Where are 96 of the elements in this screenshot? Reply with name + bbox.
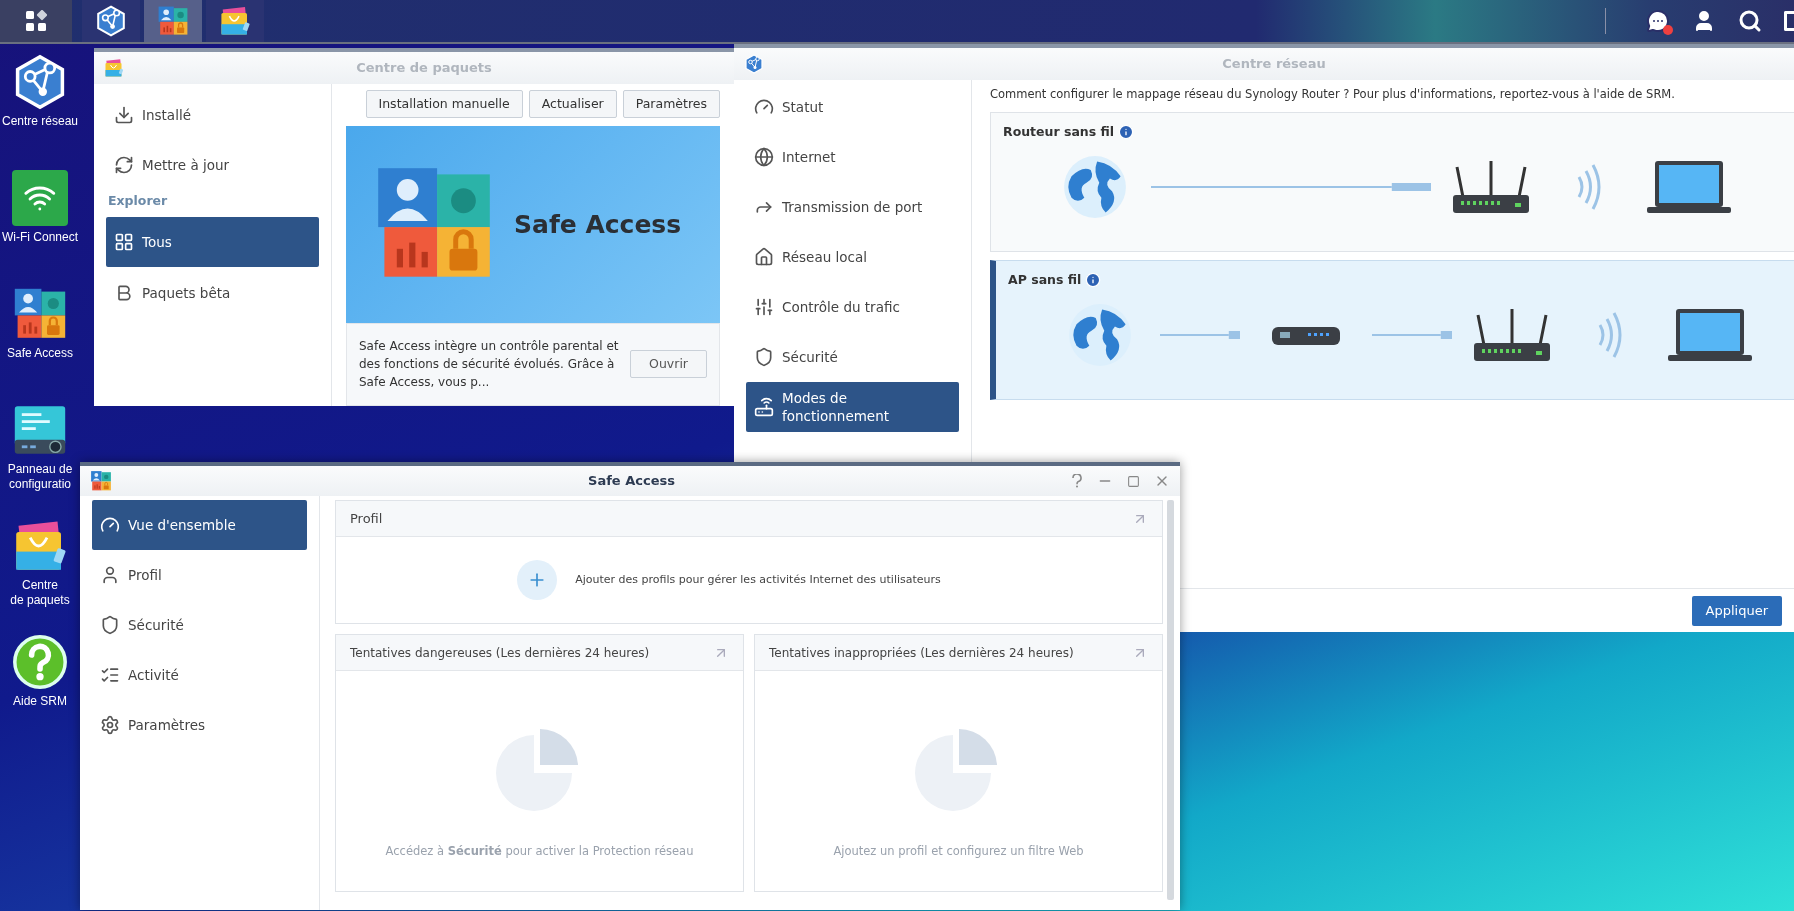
sidebar-item[interactable]: Statut <box>746 82 959 132</box>
download-icon <box>114 105 134 125</box>
card-title: Tentatives dangereuses (Les dernières 24 heures) <box>350 644 650 662</box>
package-description: Safe Access intègre un contrôle parental et des fonctions de sécurité évolués. Grâce à Safe Access, vous p... <box>359 338 620 392</box>
desktop-shortcut[interactable]: Centre de paquets <box>0 516 80 632</box>
sidebar-item[interactable]: Paramètres <box>92 700 307 750</box>
router-icon <box>754 397 774 417</box>
shortcut-label: Centre réseau <box>1 114 78 129</box>
add-profile-button[interactable] <box>517 560 558 600</box>
desktop-shortcut[interactable]: Aide SRM <box>0 632 80 748</box>
globe-icon <box>754 147 774 167</box>
router-icon <box>1451 158 1531 215</box>
taskbar-app-button[interactable] <box>82 0 140 42</box>
question-mark-icon <box>12 634 68 690</box>
safe-access-tiles-icon <box>90 470 112 492</box>
section-heading: Explorer <box>107 192 169 210</box>
info-icon[interactable] <box>1085 272 1102 289</box>
globe-icon <box>1068 302 1132 367</box>
empty-message: Accédez à Sécurité pour activer la Protection réseau <box>385 843 694 861</box>
desktop-shortcut[interactable]: Centre réseau <box>0 52 80 168</box>
wifi-app-icon <box>12 170 68 226</box>
shortcut-label: Safe Access <box>6 346 73 361</box>
shortcut-label: de paquets <box>10 593 70 608</box>
house-icon <box>754 247 774 267</box>
list-icon <box>100 665 120 685</box>
window-title: Centre réseau <box>1221 55 1327 74</box>
notification-icon[interactable] <box>1646 9 1670 33</box>
search-icon[interactable] <box>1738 9 1762 33</box>
sidebar-item[interactable]: Sécurité <box>746 332 959 382</box>
toolbar-button[interactable]: Actualiser <box>528 90 617 118</box>
desktop-shortcut[interactable]: Wi-Fi Connect <box>0 168 80 284</box>
sliders-icon <box>754 297 774 317</box>
shield-icon <box>100 615 120 635</box>
sidebar-item[interactable]: Activité <box>92 650 307 700</box>
shield-icon <box>754 347 774 367</box>
desktop-shortcut[interactable]: Panneau de configuratio <box>0 400 80 516</box>
sidebar-item[interactable]: Transmission de port <box>746 182 959 232</box>
main-menu-button[interactable] <box>0 0 72 42</box>
laptop-icon <box>1647 158 1731 215</box>
shopping-bag-icon <box>219 5 251 37</box>
toolbar-button[interactable]: Installation manuelle <box>365 90 523 118</box>
widget-icon[interactable] <box>1784 11 1794 31</box>
globe-icon <box>1063 154 1127 219</box>
mode-title: Routeur sans fil <box>1003 123 1115 141</box>
network-hexagon-icon <box>95 5 127 37</box>
open-button[interactable]: Ouvrir <box>630 350 707 379</box>
sidebar-item[interactable]: Mettre à jour <box>106 140 319 190</box>
empty-message: Ajouter des profils pour gérer les activités Internet des utilisateurs <box>575 571 941 588</box>
shopping-bag-icon <box>104 58 124 78</box>
cable-icon <box>1160 329 1240 340</box>
card-title: Profil <box>350 509 383 528</box>
sidebar-item[interactable]: Modes de fonctionnement <box>746 382 959 432</box>
maximize-icon[interactable] <box>1127 474 1140 488</box>
sidebar-item[interactable]: Profil <box>92 550 307 600</box>
gauge-icon <box>754 97 774 117</box>
card-title: Tentatives inappropriées (Les dernières 24 heures) <box>769 644 1074 662</box>
shortcut-label: Wi-Fi Connect <box>2 230 78 245</box>
user-icon <box>100 565 120 585</box>
empty-message: Ajoutez un profil et configurez un filtre Web <box>833 843 1084 861</box>
sidebar-item[interactable]: Réseau local <box>746 232 959 282</box>
shortcut-label: Panneau de <box>7 462 73 477</box>
gauge-icon <box>100 515 120 535</box>
window-title: Safe Access <box>587 472 676 491</box>
cable-icon <box>1151 181 1431 192</box>
laptop-icon <box>1668 306 1752 363</box>
shortcut-label: Centre <box>21 578 58 593</box>
safe-access-tiles-icon <box>157 5 189 37</box>
sidebar-item[interactable]: Installé <box>106 90 319 140</box>
grid-icon <box>25 10 47 32</box>
network-hexagon-icon <box>744 54 764 74</box>
mode-title: AP sans fil <box>1008 271 1082 289</box>
intro-text: Comment configurer le mappage réseau du Synology Router ? Pour plus d'informations, reportez-vous à l'aide de SRM. <box>990 86 1676 103</box>
settings-icon <box>100 715 120 735</box>
router-icon <box>1472 306 1552 363</box>
cable-icon <box>1372 329 1452 340</box>
window-title: Centre de paquets <box>355 59 493 78</box>
taskbar-app-button[interactable] <box>206 0 264 42</box>
scrollbar[interactable] <box>1167 500 1174 900</box>
mode-card[interactable]: Routeur sans fil <box>990 112 1794 252</box>
shortcut-label: Aide SRM <box>13 694 67 709</box>
banner-title: Safe Access <box>514 208 682 241</box>
grid-icon <box>114 231 134 252</box>
apply-button[interactable]: Appliquer <box>1691 595 1782 626</box>
sidebar-item[interactable]: Vue d'ensemble <box>92 500 307 550</box>
refresh-icon <box>114 155 134 175</box>
shortcut-label: configuratio <box>8 477 71 492</box>
help-icon[interactable] <box>1071 474 1083 488</box>
sidebar-item[interactable]: Contrôle du trafic <box>746 282 959 332</box>
desktop-shortcut[interactable]: Safe Access <box>0 284 80 400</box>
info-icon[interactable] <box>1118 124 1135 141</box>
mode-card[interactable]: AP sans fil <box>990 260 1794 400</box>
toolbar-button[interactable]: Paramètres <box>622 90 720 118</box>
sidebar-item[interactable]: Tous <box>106 216 319 267</box>
sidebar-item[interactable]: Sécurité <box>92 600 307 650</box>
sidebar-item[interactable]: Internet <box>746 132 959 182</box>
sidebar-item[interactable]: Paquets bêta <box>106 267 319 318</box>
